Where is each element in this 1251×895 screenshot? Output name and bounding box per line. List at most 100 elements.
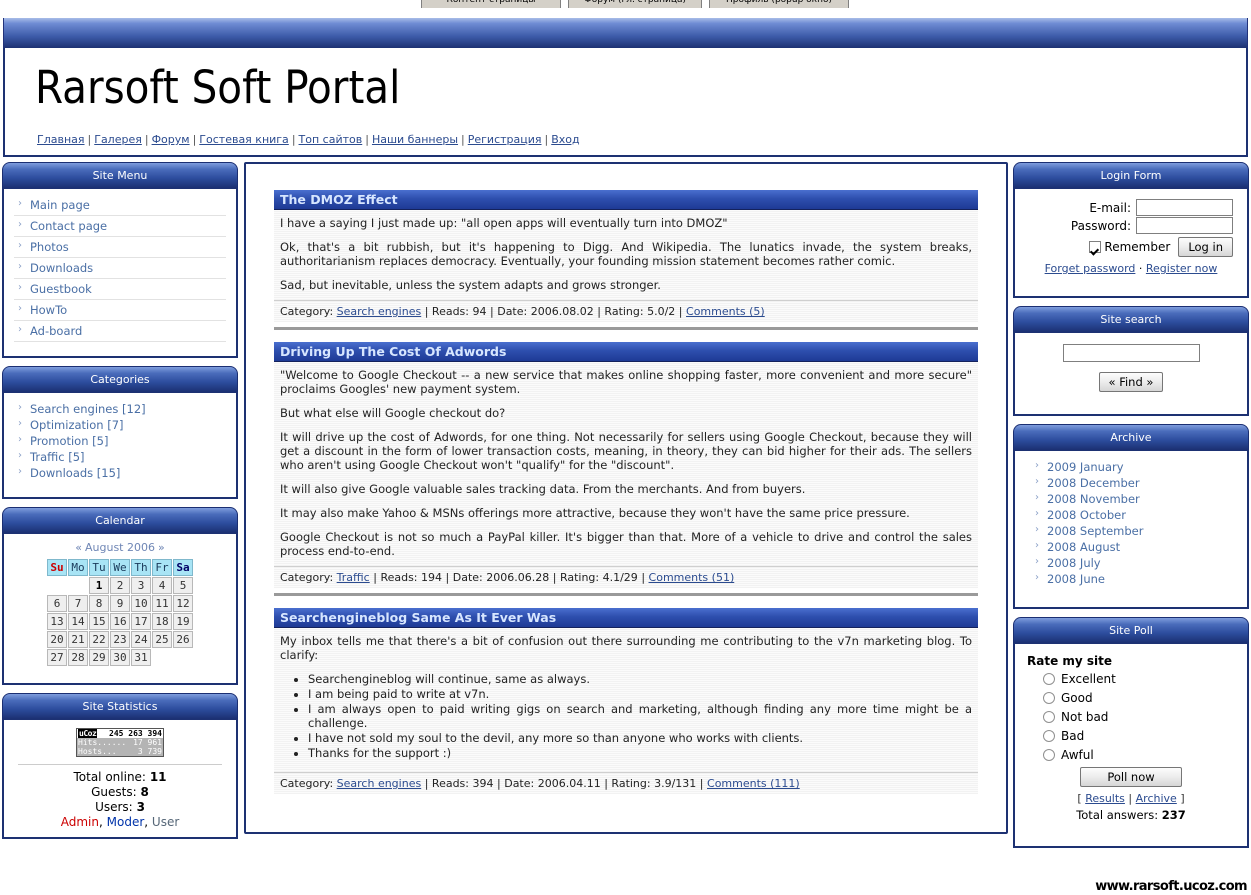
sidebar-item-label[interactable]: Downloads — [30, 261, 93, 275]
calendar-day-6[interactable]: 6 — [47, 595, 67, 612]
search-input[interactable] — [1062, 344, 1200, 362]
category-label[interactable]: Optimization [7] — [30, 418, 124, 432]
ucoz-counter-widget[interactable]: uCoz 245 263 394 Hits...... 17 961 Hosts… — [76, 728, 164, 757]
sidebar-item-label[interactable]: Main page — [30, 198, 90, 212]
calendar-day-13[interactable]: 13 — [47, 613, 67, 630]
archive-item-2008-august[interactable]: › 2008 August — [1031, 539, 1237, 555]
category-label[interactable]: Traffic [5] — [30, 450, 85, 464]
password-field[interactable] — [1136, 217, 1233, 234]
archive-label[interactable]: 2009 January — [1047, 460, 1124, 474]
sidebar-item-label[interactable]: Guestbook — [30, 282, 92, 296]
entry-title[interactable]: Searchengineblog Same As It Ever Was — [274, 608, 978, 628]
calendar-day-30[interactable]: 30 — [110, 649, 130, 666]
sidebar-item-ad-board[interactable]: › Ad-board — [14, 321, 226, 342]
calendar-day-14[interactable]: 14 — [68, 613, 88, 630]
calendar-day-8[interactable]: 8 — [89, 595, 109, 612]
nav-link-login[interactable]: Вход — [551, 133, 579, 146]
nav-link-registration[interactable]: Регистрация — [468, 133, 542, 146]
calendar-day-3[interactable]: 3 — [131, 577, 151, 594]
entry-title[interactable]: The DMOZ Effect — [274, 190, 978, 210]
nav-link-banners[interactable]: Наши баннеры — [372, 133, 458, 146]
calendar-day-27[interactable]: 27 — [47, 649, 67, 666]
stat-role-admin[interactable]: Admin — [61, 815, 99, 829]
poll-option-good[interactable]: Good — [1043, 691, 1237, 705]
archive-item-2009-january[interactable]: › 2009 January — [1031, 459, 1237, 475]
archive-label[interactable]: 2008 October — [1047, 508, 1126, 522]
footer-category-link[interactable]: Search engines — [337, 305, 422, 318]
nav-link-guestbook[interactable]: Гостевая книга — [199, 133, 289, 146]
sidebar-item-label[interactable]: Photos — [30, 240, 69, 254]
archive-label[interactable]: 2008 November — [1047, 492, 1140, 506]
calendar-day-26[interactable]: 26 — [173, 631, 193, 648]
poll-option-excellent[interactable]: Excellent — [1043, 672, 1237, 686]
calendar-day-25[interactable]: 25 — [152, 631, 172, 648]
nav-link-forum[interactable]: Форум — [152, 133, 190, 146]
calendar-day-1[interactable]: 1 — [89, 577, 109, 594]
nav-link-galereya[interactable]: Галерея — [94, 133, 142, 146]
category-item-promotion[interactable]: › Promotion [5] — [14, 433, 226, 449]
sidebar-item-contact-page[interactable]: › Contact page — [14, 216, 226, 237]
category-item-downloads[interactable]: › Downloads [15] — [14, 465, 226, 481]
calendar-day-9[interactable]: 9 — [110, 595, 130, 612]
browser-tab-profile[interactable]: Профиль (popup окно) — [709, 0, 849, 8]
calendar-day-31[interactable]: 31 — [131, 649, 151, 666]
calendar-day-15[interactable]: 15 — [89, 613, 109, 630]
calendar-day-28[interactable]: 28 — [68, 649, 88, 666]
remember-checkbox[interactable] — [1089, 241, 1102, 253]
sidebar-item-downloads[interactable]: › Downloads — [14, 258, 226, 279]
category-item-optimization[interactable]: › Optimization [7] — [14, 417, 226, 433]
calendar-day-20[interactable]: 20 — [47, 631, 67, 648]
archive-label[interactable]: 2008 December — [1047, 476, 1140, 490]
browser-tab-forum[interactable]: Форум (гл. страница) — [568, 0, 702, 8]
calendar-day-2[interactable]: 2 — [110, 577, 130, 594]
calendar-day-29[interactable]: 29 — [89, 649, 109, 666]
nav-link-top-sites[interactable]: Топ сайтов — [299, 133, 363, 146]
sidebar-item-label[interactable]: Contact page — [30, 219, 107, 233]
calendar-day-18[interactable]: 18 — [152, 613, 172, 630]
poll-results-link[interactable]: Results — [1085, 792, 1125, 805]
poll-option-bad[interactable]: Bad — [1043, 729, 1237, 743]
calendar-day-12[interactable]: 12 — [173, 595, 193, 612]
archive-item-2008-october[interactable]: › 2008 October — [1031, 507, 1237, 523]
category-label[interactable]: Promotion [5] — [30, 434, 108, 448]
archive-item-2008-july[interactable]: › 2008 July — [1031, 555, 1237, 571]
calendar-day-23[interactable]: 23 — [110, 631, 130, 648]
poll-option-awful[interactable]: Awful — [1043, 748, 1237, 762]
archive-label[interactable]: 2008 September — [1047, 524, 1144, 538]
radio-icon[interactable] — [1043, 692, 1055, 704]
radio-icon[interactable] — [1043, 673, 1055, 685]
entry-title[interactable]: Driving Up The Cost Of Adwords — [274, 342, 978, 362]
archive-item-2008-november[interactable]: › 2008 November — [1031, 491, 1237, 507]
archive-item-2008-december[interactable]: › 2008 December — [1031, 475, 1237, 491]
calendar-day-17[interactable]: 17 — [131, 613, 151, 630]
calendar-day-5[interactable]: 5 — [173, 577, 193, 594]
poll-option-not-bad[interactable]: Not bad — [1043, 710, 1237, 724]
category-label[interactable]: Downloads [15] — [30, 466, 120, 480]
search-button[interactable]: « Find » — [1098, 372, 1164, 392]
stat-role-user[interactable]: User — [152, 815, 179, 829]
archive-label[interactable]: 2008 August — [1047, 540, 1120, 554]
calendar-day-24[interactable]: 24 — [131, 631, 151, 648]
radio-icon[interactable] — [1043, 711, 1055, 723]
nav-link-glavnaya[interactable]: Главная — [37, 133, 85, 146]
sidebar-item-main-page[interactable]: › Main page — [14, 195, 226, 216]
archive-label[interactable]: 2008 July — [1047, 556, 1101, 570]
email-field[interactable] — [1136, 199, 1233, 216]
register-now-link[interactable]: Register now — [1146, 262, 1217, 275]
calendar-next-month-button[interactable]: » — [155, 541, 168, 554]
calendar-day-21[interactable]: 21 — [68, 631, 88, 648]
sidebar-item-guestbook[interactable]: › Guestbook — [14, 279, 226, 300]
category-item-traffic[interactable]: › Traffic [5] — [14, 449, 226, 465]
poll-archive-link[interactable]: Archive — [1136, 792, 1177, 805]
login-button[interactable]: Log in — [1178, 237, 1233, 257]
calendar-day-7[interactable]: 7 — [68, 595, 88, 612]
poll-now-button[interactable]: Poll now — [1080, 767, 1182, 787]
forget-password-link[interactable]: Forget password — [1045, 262, 1136, 275]
calendar-day-11[interactable]: 11 — [152, 595, 172, 612]
radio-icon[interactable] — [1043, 730, 1055, 742]
browser-tab-content-page[interactable]: Контент страницы — [421, 0, 561, 8]
footer-comments-link[interactable]: Comments (5) — [686, 305, 765, 318]
calendar-day-22[interactable]: 22 — [89, 631, 109, 648]
archive-item-2008-september[interactable]: › 2008 September — [1031, 523, 1237, 539]
footer-comments-link[interactable]: Comments (51) — [649, 571, 735, 584]
